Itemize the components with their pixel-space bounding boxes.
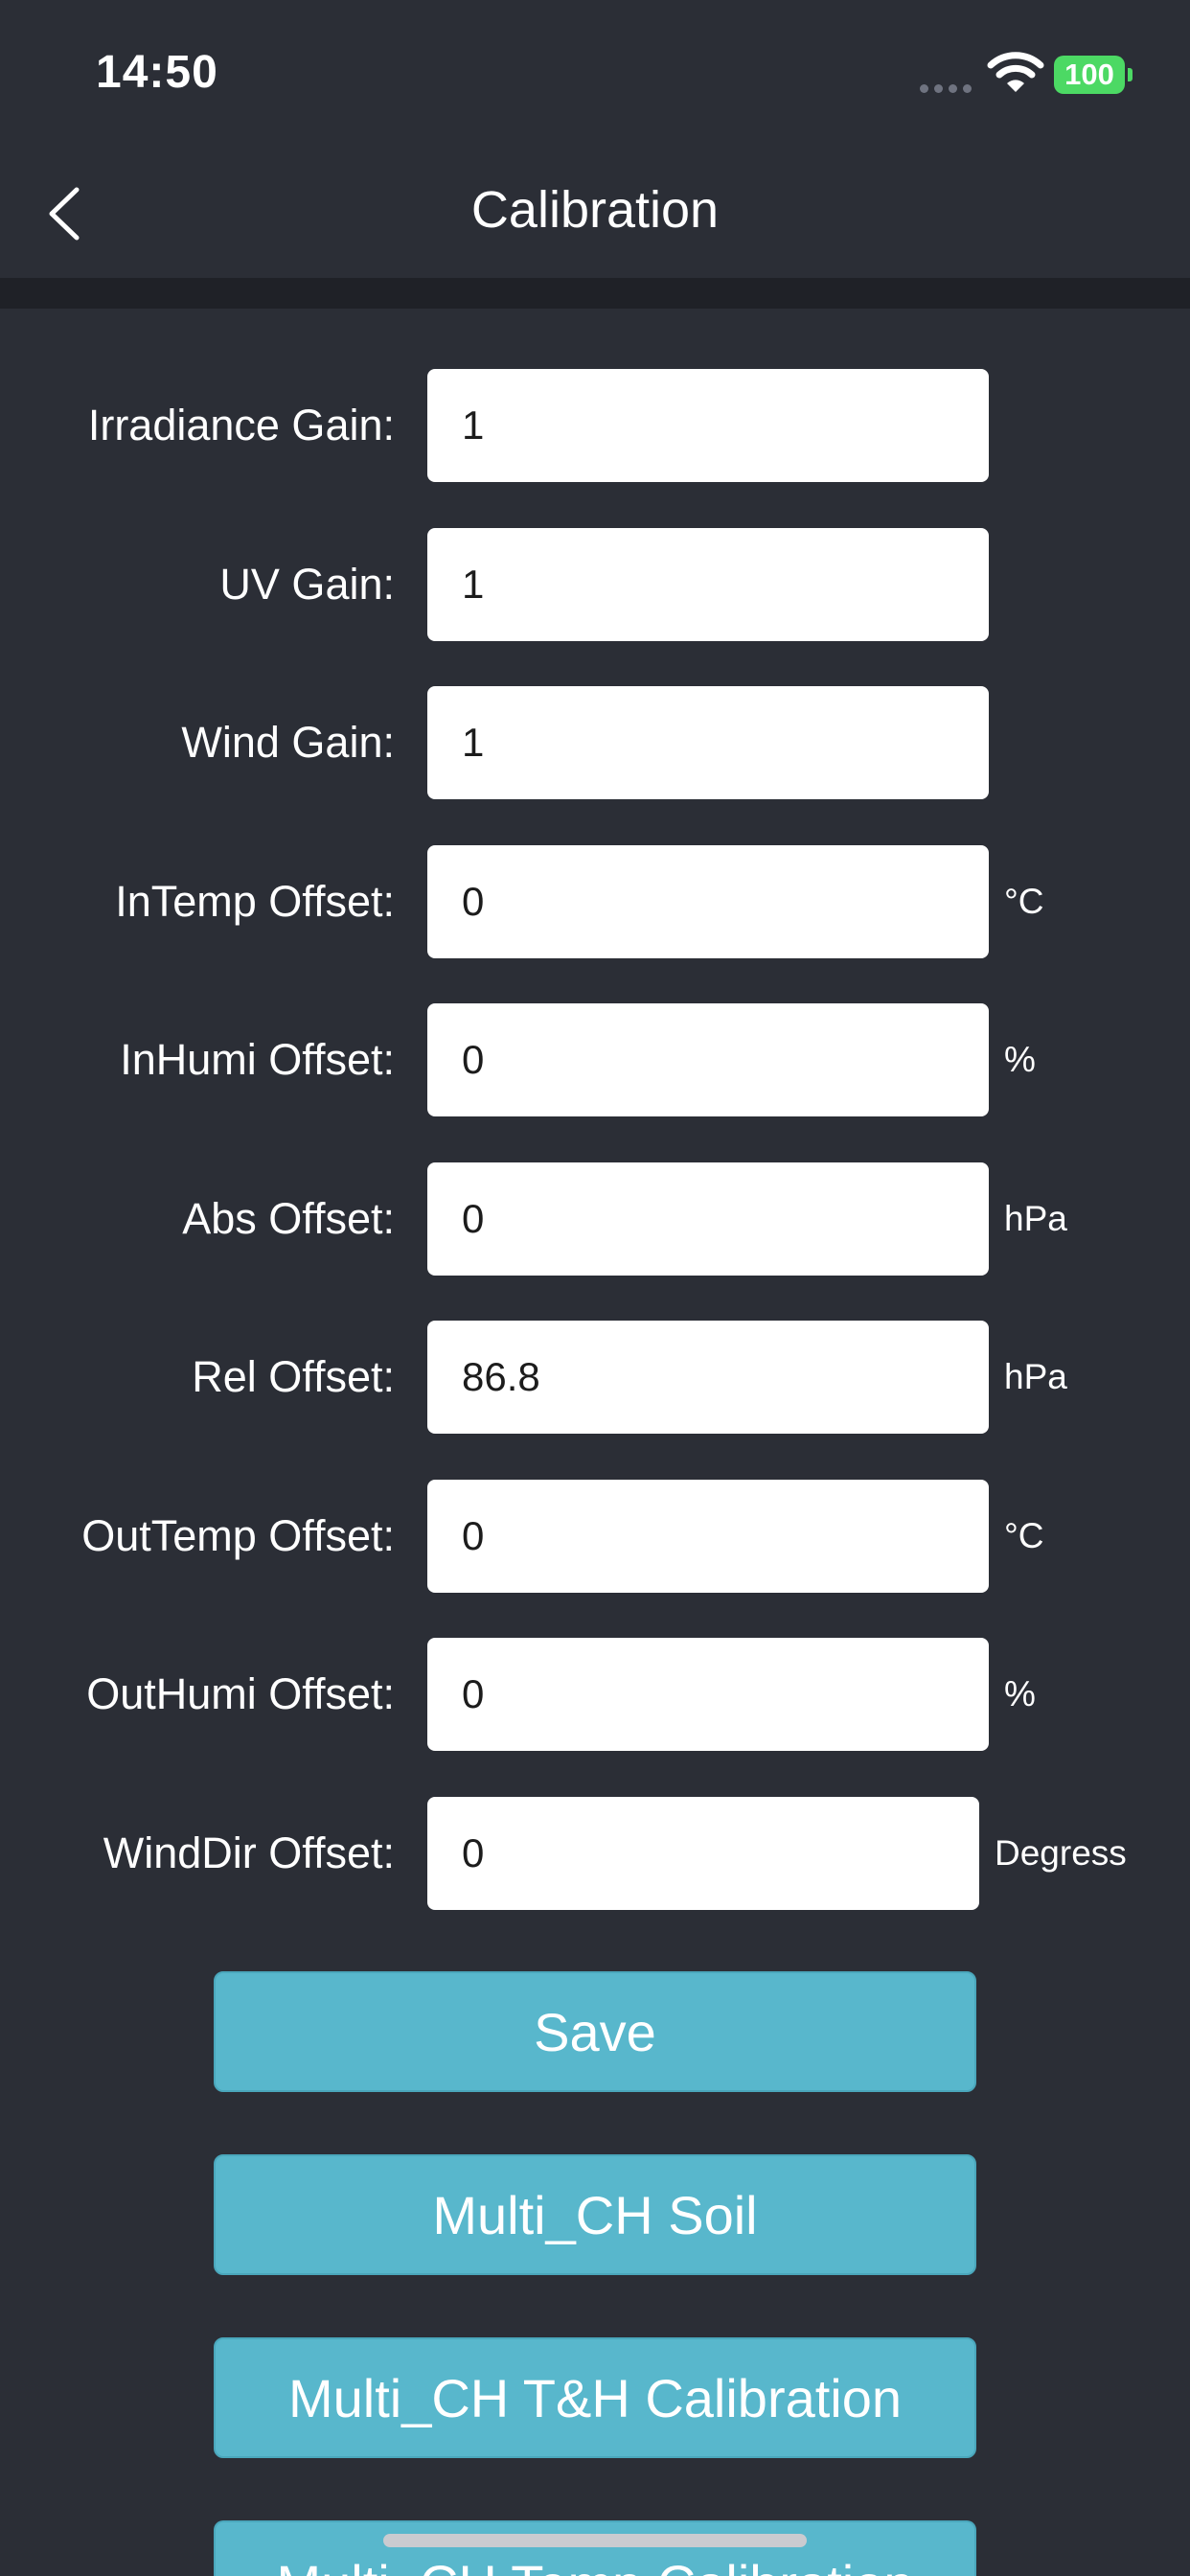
outhumi-offset-unit: % (1004, 1674, 1036, 1714)
irradiance-gain-row: Irradiance Gain: (0, 369, 1190, 482)
uv-gain-input[interactable] (427, 528, 989, 641)
irradiance-gain-input[interactable] (427, 369, 989, 482)
wind-gain-input[interactable] (427, 686, 989, 799)
outtemp-offset-row: OutTemp Offset: °C (0, 1480, 1190, 1593)
rel-offset-row: Rel Offset: hPa (0, 1321, 1190, 1434)
outhumi-offset-row: OutHumi Offset: % (0, 1638, 1190, 1751)
winddir-offset-label: WindDir Offset: (103, 1828, 395, 1877)
intemp-offset-input[interactable] (427, 845, 989, 958)
status-time: 14:50 (96, 47, 218, 98)
uv-gain-row: UV Gain: (0, 528, 1190, 641)
abs-offset-unit: hPa (1004, 1199, 1067, 1238)
rel-offset-input[interactable] (427, 1321, 989, 1434)
outtemp-offset-label: OutTemp Offset: (81, 1511, 395, 1560)
nav-bar: Calibration (0, 144, 1190, 278)
inhumi-offset-unit: % (1004, 1040, 1036, 1079)
intemp-offset-label: InTemp Offset: (115, 877, 395, 926)
battery-tip (1128, 68, 1133, 81)
outhumi-offset-label: OutHumi Offset: (86, 1669, 395, 1718)
abs-offset-input[interactable] (427, 1162, 989, 1276)
inhumi-offset-row: InHumi Offset: % (0, 1003, 1190, 1116)
inhumi-offset-label: InHumi Offset: (120, 1035, 395, 1084)
winddir-offset-unit: Degress (995, 1833, 1127, 1873)
inhumi-offset-input[interactable] (427, 1003, 989, 1116)
irradiance-gain-label: Irradiance Gain: (87, 401, 395, 449)
multi-ch-temp-calibration-button[interactable]: Multi_CH Temp Calibration (214, 2520, 976, 2576)
home-indicator[interactable] (383, 2534, 807, 2547)
multi-ch-th-calibration-button[interactable]: Multi_CH T&H Calibration (214, 2337, 976, 2458)
multi-ch-soil-button[interactable]: Multi_CH Soil (214, 2154, 976, 2275)
intemp-offset-unit: °C (1004, 882, 1044, 921)
wifi-icon (987, 52, 1044, 92)
save-button[interactable]: Save (214, 1971, 976, 2092)
abs-offset-label: Abs Offset: (182, 1194, 395, 1243)
abs-offset-row: Abs Offset: hPa (0, 1162, 1190, 1276)
winddir-offset-row: WindDir Offset: Degress (0, 1797, 1190, 1910)
outhumi-offset-input[interactable] (427, 1638, 989, 1751)
wind-gain-label: Wind Gain: (181, 718, 395, 767)
status-bar: 14:50 100 (0, 0, 1190, 144)
page-title: Calibration (470, 181, 720, 239)
signal-dots-icon (920, 84, 972, 93)
rel-offset-unit: hPa (1004, 1357, 1067, 1396)
outtemp-offset-input[interactable] (427, 1480, 989, 1593)
rel-offset-label: Rel Offset: (192, 1352, 395, 1401)
uv-gain-label: UV Gain: (219, 560, 395, 609)
wind-gain-row: Wind Gain: (0, 686, 1190, 799)
winddir-offset-input[interactable] (427, 1797, 979, 1910)
header-divider (0, 278, 1190, 309)
intemp-offset-row: InTemp Offset: °C (0, 845, 1190, 958)
outtemp-offset-unit: °C (1004, 1516, 1044, 1555)
battery-icon: 100 (1054, 56, 1125, 94)
